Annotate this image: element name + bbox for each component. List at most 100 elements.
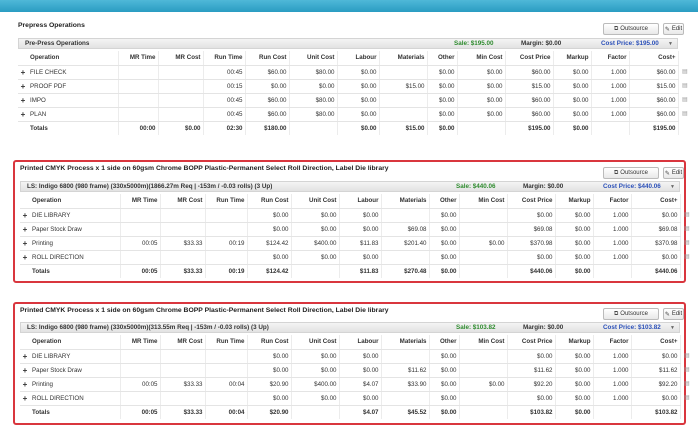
comment-icon[interactable]: ▤ bbox=[684, 239, 690, 246]
column-header-min-cost[interactable]: Min Cost bbox=[457, 51, 506, 66]
column-header-unit-cost[interactable]: Unit Cost bbox=[291, 194, 340, 209]
table-row[interactable]: + DIE LIBRARY $0.00 $0.00 $0.00 $0.00 $0.00 $0.… bbox=[20, 208, 681, 223]
column-header-markup[interactable]: Markup bbox=[555, 335, 594, 350]
column-header-unit-cost[interactable]: Unit Cost bbox=[289, 51, 338, 66]
column-header-unit-cost[interactable]: Unit Cost bbox=[291, 335, 340, 350]
column-header-cost-plus[interactable]: Cost+ bbox=[629, 51, 679, 66]
cell-materials bbox=[381, 391, 430, 406]
column-header-factor[interactable]: Factor bbox=[593, 194, 632, 209]
comment-icon[interactable]: ▤ bbox=[684, 225, 690, 232]
edit-button[interactable]: ✎ Edit bbox=[663, 23, 684, 35]
edit-button[interactable]: ✎ Edit bbox=[663, 167, 684, 179]
cell-unit-cost: $0.00 bbox=[291, 363, 340, 378]
outsource-button[interactable]: ⧉ Outsource bbox=[603, 167, 659, 179]
column-header-other[interactable]: Other bbox=[429, 335, 460, 350]
plus-icon[interactable]: + bbox=[18, 79, 28, 94]
column-header-cost-price[interactable]: Cost Price bbox=[507, 194, 556, 209]
column-header-mr-cost[interactable]: MR Cost bbox=[158, 51, 204, 66]
column-header-markup[interactable]: Markup bbox=[555, 194, 594, 209]
column-header-materials[interactable]: Materials bbox=[381, 335, 430, 350]
table-row[interactable]: + PROOF PDF 00:15 $0.00 $0.00 $0.00 $15.00 $0.0… bbox=[18, 79, 679, 94]
comment-icon[interactable]: ▤ bbox=[684, 366, 690, 373]
chevron-down-icon[interactable]: ▼ bbox=[670, 184, 675, 190]
column-header-mr-time[interactable]: MR Time bbox=[120, 335, 161, 350]
chevron-down-icon[interactable]: ▼ bbox=[670, 325, 675, 331]
plus-icon[interactable]: + bbox=[20, 377, 30, 392]
column-header-materials[interactable]: Materials bbox=[379, 51, 428, 66]
column-header-run-cost[interactable]: Run Cost bbox=[247, 335, 292, 350]
table-row[interactable]: + PLAN 00:45 $60.00 $80.00 $0.00 $0.00 $0.00 $60… bbox=[18, 107, 679, 122]
cell-min-cost bbox=[459, 349, 508, 364]
comment-icon[interactable]: ▤ bbox=[684, 211, 690, 218]
column-header-operation[interactable]: Operation bbox=[30, 194, 121, 209]
outsource-button[interactable]: ⧉ Outsource bbox=[603, 308, 659, 320]
plus-icon[interactable]: + bbox=[20, 250, 30, 265]
section-subheader[interactable]: LS: Indigo 6800 (980 frame) (330x5000m)(… bbox=[20, 181, 680, 192]
column-header-labour[interactable]: Labour bbox=[337, 51, 380, 66]
column-header-materials[interactable]: Materials bbox=[381, 194, 430, 209]
totals-row: Totals 00:05 $33.33 00:19 $124.42 $11.83 $270.… bbox=[20, 264, 681, 278]
table-row[interactable]: + Printing 00:05 $33.33 00:04 $20.90 $400.00 $4… bbox=[20, 377, 681, 392]
column-header-cost-price[interactable]: Cost Price bbox=[505, 51, 554, 66]
column-header-min-cost[interactable]: Min Cost bbox=[459, 335, 508, 350]
column-header-factor[interactable]: Factor bbox=[591, 51, 630, 66]
table-row[interactable]: + IMPO 00:45 $60.00 $80.00 $0.00 $0.00 $0.00 $60… bbox=[18, 93, 679, 108]
section-subheader[interactable]: Pre-Press Operations Sale: $195.00 Margi… bbox=[18, 38, 678, 49]
table-header-row: Operation MR Time MR Cost Run Time Run Cost U… bbox=[20, 335, 681, 350]
table-header-row: Operation MR Time MR Cost Run Time Run Cost U… bbox=[18, 51, 679, 66]
total-factor bbox=[593, 405, 632, 419]
plus-icon[interactable]: + bbox=[18, 93, 28, 108]
column-header-other[interactable]: Other bbox=[427, 51, 458, 66]
column-header-other[interactable]: Other bbox=[429, 194, 460, 209]
column-header-cost-plus[interactable]: Cost+ bbox=[631, 194, 681, 209]
table-row[interactable]: + Paper Stock Draw $0.00 $0.00 $0.00 $69.08 $0… bbox=[20, 222, 681, 237]
comment-icon[interactable]: ▤ bbox=[682, 96, 688, 103]
column-header-run-cost[interactable]: Run Cost bbox=[247, 194, 292, 209]
column-header-run-time[interactable]: Run Time bbox=[205, 335, 248, 350]
cell-factor: 1.000 bbox=[593, 208, 632, 223]
plus-icon[interactable]: + bbox=[20, 236, 30, 251]
cell-run-time bbox=[205, 250, 248, 265]
column-header-cost-price[interactable]: Cost Price bbox=[507, 335, 556, 350]
column-header-min-cost[interactable]: Min Cost bbox=[459, 194, 508, 209]
edit-button[interactable]: ✎ Edit bbox=[663, 308, 684, 320]
outsource-button[interactable]: ⧉ Outsource bbox=[603, 23, 659, 35]
column-header-run-cost[interactable]: Run Cost bbox=[245, 51, 290, 66]
comment-icon[interactable]: ▤ bbox=[682, 110, 688, 117]
comment-icon[interactable]: ▤ bbox=[684, 253, 690, 260]
cell-factor: 1.000 bbox=[591, 79, 630, 94]
comment-icon[interactable]: ▤ bbox=[684, 380, 690, 387]
column-header-mr-time[interactable]: MR Time bbox=[120, 194, 161, 209]
plus-icon[interactable]: + bbox=[18, 107, 28, 122]
comment-icon[interactable]: ▤ bbox=[682, 68, 688, 75]
column-header-mr-cost[interactable]: MR Cost bbox=[160, 194, 206, 209]
table-row[interactable]: + ROLL DIRECTION $0.00 $0.00 $0.00 $0.00 $0.00… bbox=[20, 250, 681, 265]
column-header-factor[interactable]: Factor bbox=[593, 335, 632, 350]
table-row[interactable]: + DIE LIBRARY $0.00 $0.00 $0.00 $0.00 $0.00 $0.… bbox=[20, 349, 681, 364]
chevron-down-icon[interactable]: ▼ bbox=[668, 41, 673, 47]
column-header-run-time[interactable]: Run Time bbox=[205, 194, 248, 209]
column-header-operation[interactable]: Operation bbox=[30, 335, 121, 350]
table-row[interactable]: + ROLL DIRECTION $0.00 $0.00 $0.00 $0.00 $0.00… bbox=[20, 391, 681, 406]
table-row[interactable]: + Paper Stock Draw $0.00 $0.00 $0.00 $11.62 $0… bbox=[20, 363, 681, 378]
column-header-markup[interactable]: Markup bbox=[553, 51, 592, 66]
plus-icon[interactable]: + bbox=[18, 65, 28, 80]
plus-icon[interactable]: + bbox=[20, 363, 30, 378]
comment-icon[interactable]: ▤ bbox=[684, 394, 690, 401]
column-header-cost-plus[interactable]: Cost+ bbox=[631, 335, 681, 350]
plus-icon[interactable]: + bbox=[20, 222, 30, 237]
column-header-run-time[interactable]: Run Time bbox=[203, 51, 246, 66]
comment-icon[interactable]: ▤ bbox=[684, 352, 690, 359]
plus-icon[interactable]: + bbox=[20, 349, 30, 364]
plus-icon[interactable]: + bbox=[20, 391, 30, 406]
column-header-mr-time[interactable]: MR Time bbox=[118, 51, 159, 66]
column-header-labour[interactable]: Labour bbox=[339, 194, 382, 209]
plus-icon[interactable]: + bbox=[20, 208, 30, 223]
column-header-labour[interactable]: Labour bbox=[339, 335, 382, 350]
table-row[interactable]: + FILE CHECK 00:45 $60.00 $80.00 $0.00 $0.00 $0… bbox=[18, 65, 679, 80]
section-subheader[interactable]: LS: Indigo 6800 (980 frame) (330x5000m)(… bbox=[20, 322, 680, 333]
comment-icon[interactable]: ▤ bbox=[682, 82, 688, 89]
table-row[interactable]: + Printing 00:05 $33.33 00:19 $124.42 $400.00 $… bbox=[20, 236, 681, 251]
column-header-operation[interactable]: Operation bbox=[28, 51, 119, 66]
column-header-mr-cost[interactable]: MR Cost bbox=[160, 335, 206, 350]
